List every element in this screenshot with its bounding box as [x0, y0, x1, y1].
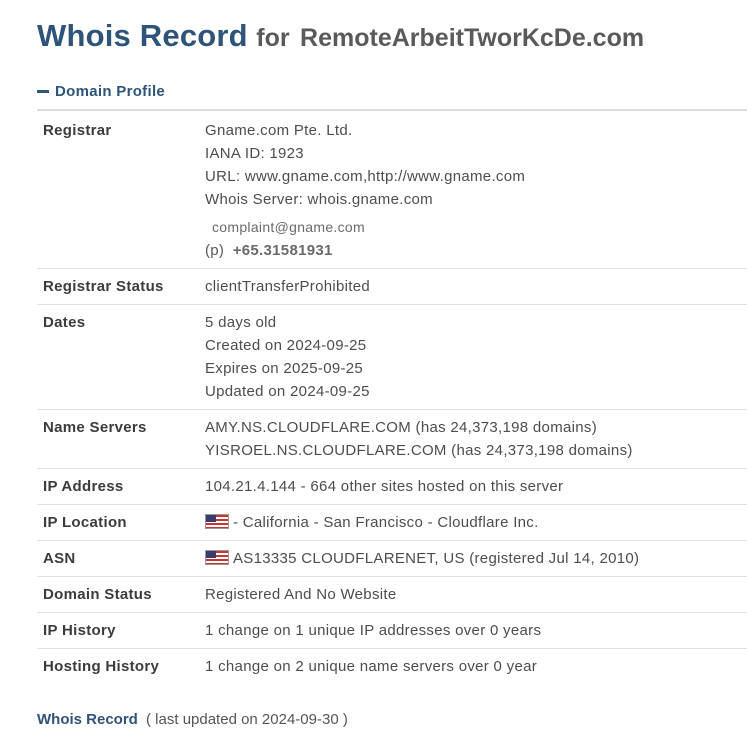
page-title: Whois Record for RemoteArbeitTworKcDe.co… [37, 18, 644, 54]
whois-table: Registrar Gname.com Pte. Ltd. IANA ID: 1… [37, 109, 747, 684]
domain-profile-toggle[interactable]: Domain Profile [37, 80, 165, 102]
footer: Whois Record ( last updated on 2024-09-3… [37, 711, 348, 728]
row-value: 1 change on 1 unique IP addresses over 0… [205, 619, 747, 642]
registrar-whois-server: Whois Server: whois.gname.com [205, 191, 433, 208]
row-key: IP History [43, 622, 116, 639]
us-flag-icon [205, 550, 229, 565]
name-server-2[interactable]: YISROEL.NS.CLOUDFLARE.COM (has 24,373,19… [205, 439, 747, 462]
registrar-name: Gname.com Pte. Ltd. [205, 122, 353, 139]
registrar-email: complaint@gname.com [212, 219, 365, 235]
row-value: 104.21.4.144 - 664 other sites hosted on… [205, 475, 747, 498]
dates-updated: Updated on 2024-09-25 [205, 383, 370, 400]
row-name-servers: Name Servers AMY.NS.CLOUDFLARE.COM (has … [37, 410, 747, 469]
row-dates: Dates 5 days old Created on 2024-09-25 E… [37, 305, 747, 410]
row-domain-status: Domain Status Registered And No Website [37, 577, 747, 613]
last-updated: ( last updated on 2024-09-30 ) [146, 711, 348, 728]
asn-line: AS13335 CLOUDFLARENET, US (registered Ju… [205, 547, 747, 570]
us-flag-icon [205, 514, 229, 529]
dates-created: Created on 2024-09-25 [205, 337, 367, 354]
row-key: Name Servers [43, 419, 147, 436]
row-value: - California - San Francisco - Cloudflar… [205, 511, 747, 534]
asn-value: AS13335 CLOUDFLARENET, US (registered Ju… [233, 550, 640, 567]
dates-expires: Expires on 2025-09-25 [205, 360, 364, 377]
hosting-history-value[interactable]: 1 change on 2 unique name servers over 0… [205, 655, 747, 678]
phone-number: +65.31581931 [232, 242, 333, 259]
row-value: 1 change on 2 unique name servers over 0… [205, 655, 747, 678]
section-label: Domain Profile [55, 82, 166, 100]
ip-history-value[interactable]: 1 change on 1 unique IP addresses over 0… [205, 619, 747, 642]
row-value: AMY.NS.CLOUDFLARE.COM (has 24,373,198 do… [205, 416, 747, 462]
ip-location-value: - California - San Francisco - Cloudflar… [233, 514, 539, 531]
row-registrar: Registrar Gname.com Pte. Ltd. IANA ID: 1… [37, 111, 747, 269]
whois-record-link[interactable]: Whois Record [37, 711, 138, 728]
registrar-phone: (p) +65.31581931 [205, 239, 747, 262]
title-domain: RemoteArbeitTworKcDe.com [300, 24, 645, 52]
row-key: Domain Status [43, 586, 152, 603]
row-ip-history: IP History 1 change on 1 unique IP addre… [37, 613, 747, 649]
row-asn: ASN AS13335 CLOUDFLARENET, US (registere… [37, 541, 747, 577]
ip-location-line: - California - San Francisco - Cloudflar… [205, 511, 747, 534]
row-key: IP Location [43, 514, 127, 531]
title-main: Whois Record [37, 18, 248, 53]
row-key: IP Address [43, 478, 124, 495]
row-key: Hosting History [43, 658, 160, 675]
name-server-1[interactable]: AMY.NS.CLOUDFLARE.COM (has 24,373,198 do… [205, 416, 747, 439]
row-key: ASN [43, 550, 76, 567]
row-key: Dates [43, 314, 86, 331]
row-value: Gname.com Pte. Ltd. IANA ID: 1923 URL: w… [205, 119, 747, 262]
row-ip-location: IP Location - California - San Francisco… [37, 505, 747, 541]
registrar-status-value: clientTransferProhibited [205, 278, 371, 295]
row-value: clientTransferProhibited [205, 275, 747, 298]
row-key: Registrar [43, 122, 112, 139]
ip-address-value[interactable]: 104.21.4.144 - 664 other sites hosted on… [205, 475, 747, 498]
dates-age: 5 days old [205, 314, 277, 331]
registrar-url: URL: www.gname.com,http://www.gname.com [205, 168, 526, 185]
registrar-iana: IANA ID: 1923 [205, 145, 304, 162]
row-key: Registrar Status [43, 278, 164, 295]
phone-label: (p) [205, 242, 225, 259]
row-value: AS13335 CLOUDFLARENET, US (registered Ju… [205, 547, 747, 570]
row-value: 5 days old Created on 2024-09-25 Expires… [205, 311, 747, 403]
minus-icon [37, 89, 49, 93]
row-ip-address: IP Address 104.21.4.144 - 664 other site… [37, 469, 747, 505]
title-for: for [256, 24, 290, 52]
domain-status-value: Registered And No Website [205, 586, 397, 603]
row-hosting-history: Hosting History 1 change on 2 unique nam… [37, 649, 747, 684]
row-registrar-status: Registrar Status clientTransferProhibite… [37, 269, 747, 305]
row-value: Registered And No Website [205, 583, 747, 606]
